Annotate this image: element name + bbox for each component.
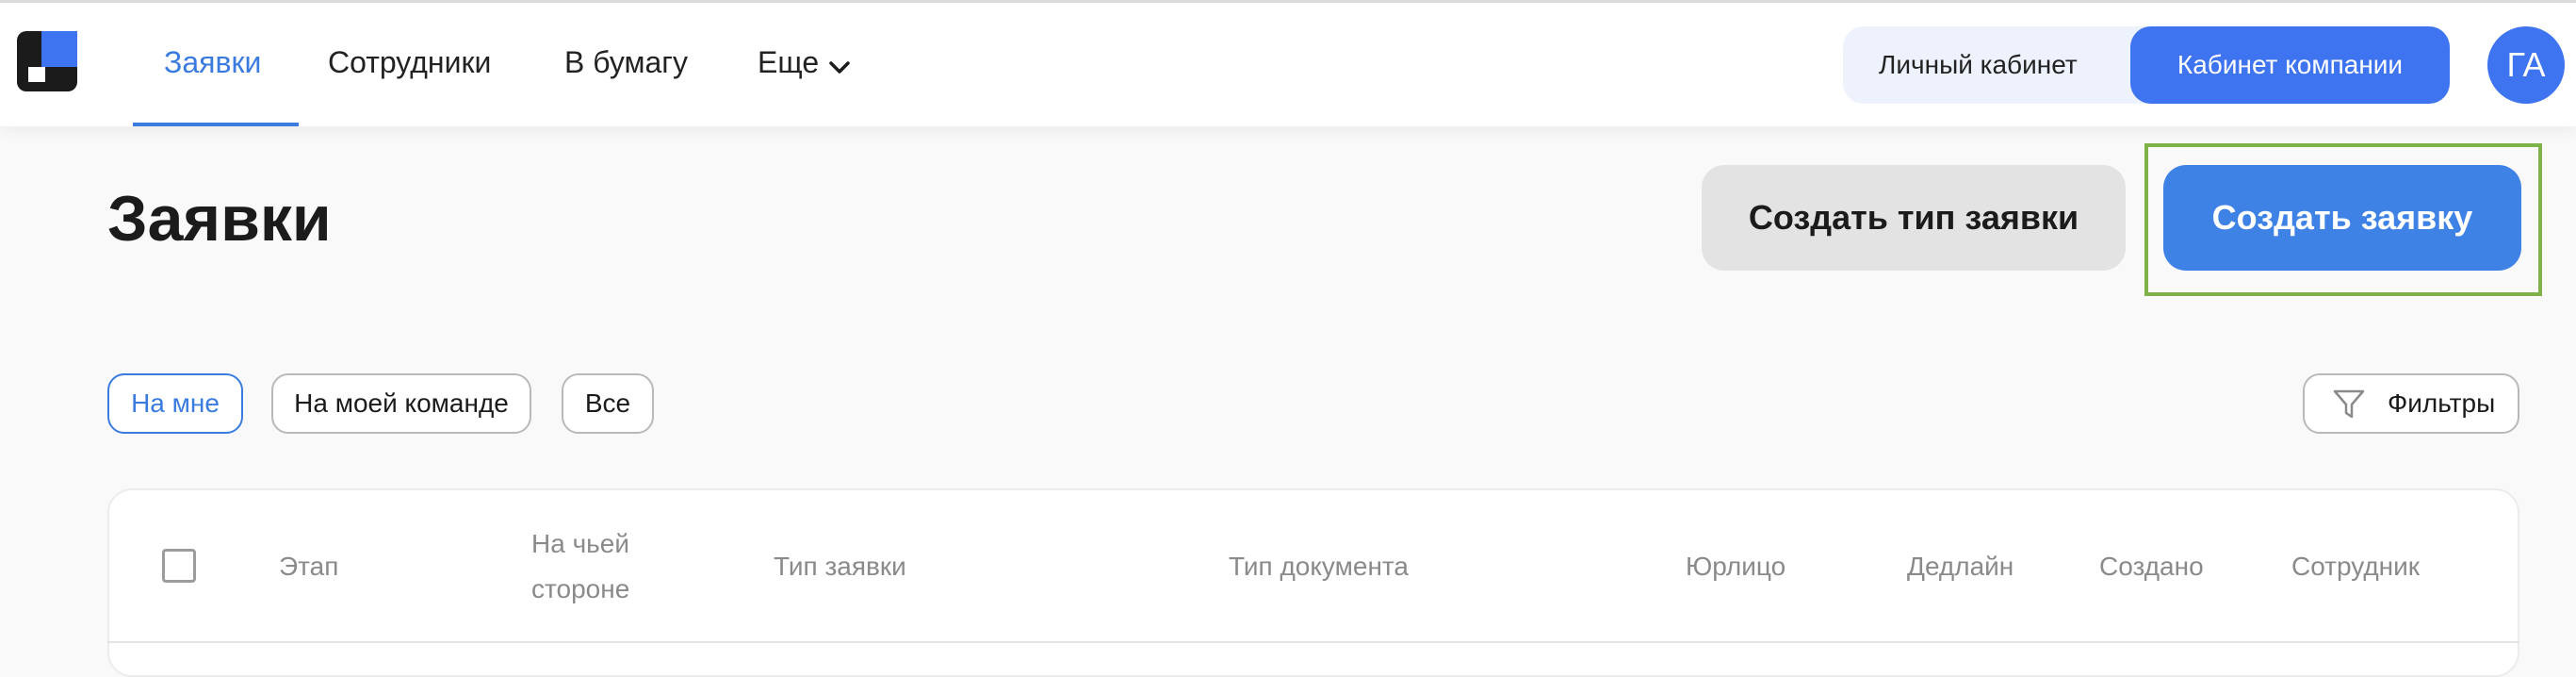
column-header-stage[interactable]: Этап: [279, 544, 338, 589]
chevron-down-icon: [828, 44, 851, 86]
avatar[interactable]: ГА: [2487, 26, 2565, 104]
filters-button-label: Фильтры: [2388, 388, 2496, 418]
column-header-employee[interactable]: Сотрудник: [2291, 544, 2420, 589]
column-header-deadline[interactable]: Дедлайн: [1907, 544, 2014, 589]
nav-active-underline: [133, 123, 299, 126]
filter-chip-on-my-team[interactable]: На моей команде: [271, 373, 531, 434]
app-logo-icon[interactable]: [17, 31, 77, 91]
company-cabinet-tab[interactable]: Кабинет компании: [2130, 26, 2450, 104]
column-header-request-type[interactable]: Тип заявки: [774, 544, 906, 589]
select-all-checkbox[interactable]: [162, 549, 196, 583]
create-request-type-button[interactable]: Создать тип заявки: [1702, 165, 2126, 271]
column-header-created[interactable]: Создано: [2099, 544, 2204, 589]
page-title: Заявки: [107, 183, 332, 255]
create-request-button[interactable]: Создать заявку: [2163, 165, 2521, 271]
column-header-whose-side[interactable]: На чьей стороне: [531, 521, 663, 612]
column-header-document-type[interactable]: Тип документа: [1229, 544, 1409, 589]
filters-button[interactable]: Фильтры: [2303, 373, 2519, 434]
nav-item-employees[interactable]: Сотрудники: [328, 41, 491, 83]
filter-chip-on-me[interactable]: На мне: [107, 373, 243, 434]
column-header-legal-entity[interactable]: Юрлицо: [1686, 544, 1785, 589]
personal-cabinet-tab[interactable]: Личный кабинет: [1879, 41, 2078, 89]
table-header-divider: [107, 641, 2519, 643]
nav-item-requests[interactable]: Заявки: [164, 41, 261, 83]
filter-funnel-icon: [2333, 388, 2365, 421]
nav-item-to-paper[interactable]: В бумагу: [564, 41, 688, 83]
filter-chip-all[interactable]: Все: [562, 373, 654, 434]
nav-item-more-label: Еще: [758, 45, 820, 79]
nav-item-more[interactable]: Еще: [758, 41, 851, 83]
